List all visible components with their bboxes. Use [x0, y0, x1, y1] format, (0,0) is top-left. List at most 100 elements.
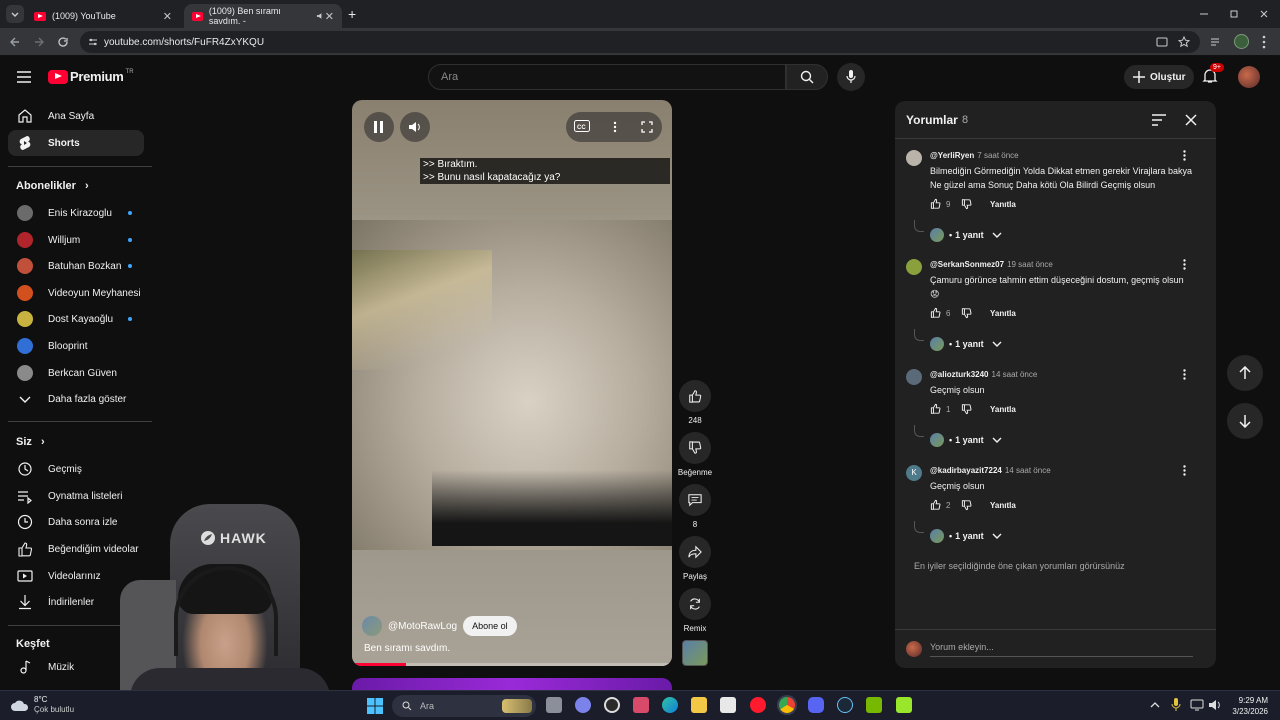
sidebar-item-channel[interactable]: Enis Kirazoglu	[8, 200, 144, 226]
restore-icon[interactable]	[1228, 8, 1240, 20]
comment-author[interactable]: @aliozturk3240 14 saat önce	[930, 370, 1037, 379]
search-button[interactable]	[786, 64, 828, 90]
hamburger-menu-icon[interactable]	[17, 71, 31, 83]
site-info-icon[interactable]	[88, 37, 98, 47]
comment-menu-icon[interactable]	[1183, 369, 1186, 380]
pause-button[interactable]	[364, 112, 394, 142]
share-button[interactable]	[679, 536, 711, 568]
windows-start-icon[interactable]	[367, 698, 383, 714]
tab-youtube[interactable]: (1009) YouTube ✕	[26, 4, 180, 28]
sidebar-show-more[interactable]: Daha fazla göster	[8, 386, 144, 412]
sidebar-item-channel[interactable]: Dost Kayaoğlu	[8, 306, 144, 332]
store-icon[interactable]	[720, 697, 736, 713]
search-input[interactable]: Ara	[428, 64, 786, 90]
comment-dislike-icon[interactable]	[961, 199, 972, 210]
comment-like-icon[interactable]	[930, 307, 941, 318]
comment-dislike-icon[interactable]	[961, 500, 972, 511]
account-avatar[interactable]	[1238, 66, 1260, 88]
browser-menu-icon[interactable]	[1262, 35, 1266, 49]
sidebar-item-history[interactable]: Geçmiş	[8, 456, 144, 482]
like-button[interactable]	[679, 380, 711, 412]
minimize-icon[interactable]	[1198, 8, 1210, 20]
comment-reply-button[interactable]: Yanıtla	[990, 200, 1016, 209]
subscriptions-heading[interactable]: Abonelikler ›	[16, 180, 89, 192]
tab-search-button[interactable]	[6, 5, 24, 23]
obs-icon[interactable]	[604, 697, 620, 713]
remix-button[interactable]	[679, 588, 711, 620]
youtube-logo[interactable]: Premium TR	[48, 69, 134, 84]
network-icon[interactable]	[1190, 699, 1204, 711]
sidebar-item-channel[interactable]: Berkcan Güven	[8, 360, 144, 386]
discord-icon[interactable]	[808, 697, 824, 713]
player-progress-track[interactable]	[352, 663, 672, 666]
fullscreen-icon[interactable]	[641, 121, 653, 133]
comment-author[interactable]: @SerkanSonmez07 19 saat önce	[930, 260, 1053, 269]
replies-toggle[interactable]: • 1 yanıt	[930, 433, 1002, 447]
sidebar-item-channel[interactable]: Batuhan Bozkan	[8, 253, 144, 279]
bookmark-star-icon[interactable]	[1178, 36, 1190, 48]
comment-avatar[interactable]	[906, 150, 922, 166]
app-icon[interactable]	[896, 697, 912, 713]
replies-toggle[interactable]: • 1 yanıt	[930, 228, 1002, 242]
volume-tray-icon[interactable]	[1208, 699, 1222, 711]
sidebar-item-shorts[interactable]: Shorts	[8, 130, 144, 156]
comment-author[interactable]: @YerliRyen 7 saat önce	[930, 151, 1019, 160]
close-icon[interactable]	[1185, 114, 1197, 126]
show-hidden-icons[interactable]	[1150, 701, 1160, 709]
steam-icon[interactable]	[837, 697, 853, 713]
replies-toggle[interactable]: • 1 yanıt	[930, 529, 1002, 543]
sidebar-item-channel[interactable]: Willjum	[8, 227, 144, 253]
weather-widget[interactable]: 8°C Çok bulutlu	[10, 695, 74, 715]
comment-like-icon[interactable]	[930, 499, 941, 510]
comment-like-icon[interactable]	[930, 403, 941, 414]
edge-icon[interactable]	[662, 697, 678, 713]
comment-reply-button[interactable]: Yanıtla	[990, 309, 1016, 318]
comment-reply-button[interactable]: Yanıtla	[990, 501, 1016, 510]
comment-avatar[interactable]: K	[906, 465, 922, 481]
nvidia-icon[interactable]	[866, 697, 882, 713]
speaker-icon[interactable]	[316, 11, 325, 21]
comment-avatar[interactable]	[906, 259, 922, 275]
tab-shorts-video[interactable]: (1009) Ben sıramı savdım. - ✕	[184, 4, 342, 28]
notifications-button[interactable]: 9+	[1202, 63, 1224, 86]
back-icon[interactable]	[9, 36, 21, 48]
sidebar-item-home[interactable]: Ana Sayfa	[8, 103, 144, 129]
teams-icon[interactable]	[575, 697, 591, 713]
comment-reply-button[interactable]: Yanıtla	[990, 405, 1016, 414]
taskbar-search[interactable]: Ara	[392, 695, 536, 717]
closed-captions-icon[interactable]: CC	[574, 120, 590, 132]
dislike-button[interactable]	[679, 432, 711, 464]
audio-thumbnail[interactable]	[682, 640, 708, 666]
close-window-icon[interactable]	[1258, 8, 1270, 20]
comment-author[interactable]: @kadirbayazit7224 14 saat önce	[930, 466, 1051, 475]
tab-close-icon[interactable]: ✕	[325, 10, 334, 23]
comment-dislike-icon[interactable]	[961, 404, 972, 415]
volume-button[interactable]	[400, 112, 430, 142]
new-tab-button[interactable]: +	[348, 6, 356, 22]
comment-menu-icon[interactable]	[1183, 259, 1186, 270]
more-options-icon[interactable]	[613, 121, 617, 133]
sidebar-item-channel[interactable]: Blooprint	[8, 333, 144, 359]
tab-close-icon[interactable]: ✕	[163, 10, 172, 23]
subscribe-button[interactable]: Abone ol	[463, 616, 517, 636]
chrome-icon[interactable]	[779, 697, 795, 713]
previous-short-button[interactable]	[1227, 355, 1263, 391]
next-short-preview[interactable]	[352, 678, 672, 690]
comment-menu-icon[interactable]	[1183, 465, 1186, 476]
clock[interactable]: 9:29 AM 3/23/2026	[1226, 695, 1268, 717]
address-bar[interactable]: youtube.com/shorts/FuFR4ZxYKQU	[80, 31, 1200, 53]
comments-button[interactable]	[679, 484, 711, 516]
comment-menu-icon[interactable]	[1183, 150, 1186, 161]
microphone-tray-icon[interactable]	[1171, 698, 1181, 712]
create-button[interactable]: Oluştur	[1124, 65, 1194, 89]
channel-handle[interactable]: @MotoRawLog	[388, 621, 457, 632]
opera-icon[interactable]	[750, 697, 766, 713]
comment-avatar[interactable]	[906, 369, 922, 385]
install-app-icon[interactable]	[1156, 36, 1168, 48]
media-control-icon[interactable]	[1210, 36, 1222, 48]
add-comment-input[interactable]: Yorum ekleyin...	[930, 642, 1193, 657]
voice-search-button[interactable]	[837, 63, 865, 91]
channel-avatar[interactable]	[362, 616, 382, 636]
task-view-icon[interactable]	[546, 697, 562, 713]
file-explorer-icon[interactable]	[691, 697, 707, 713]
